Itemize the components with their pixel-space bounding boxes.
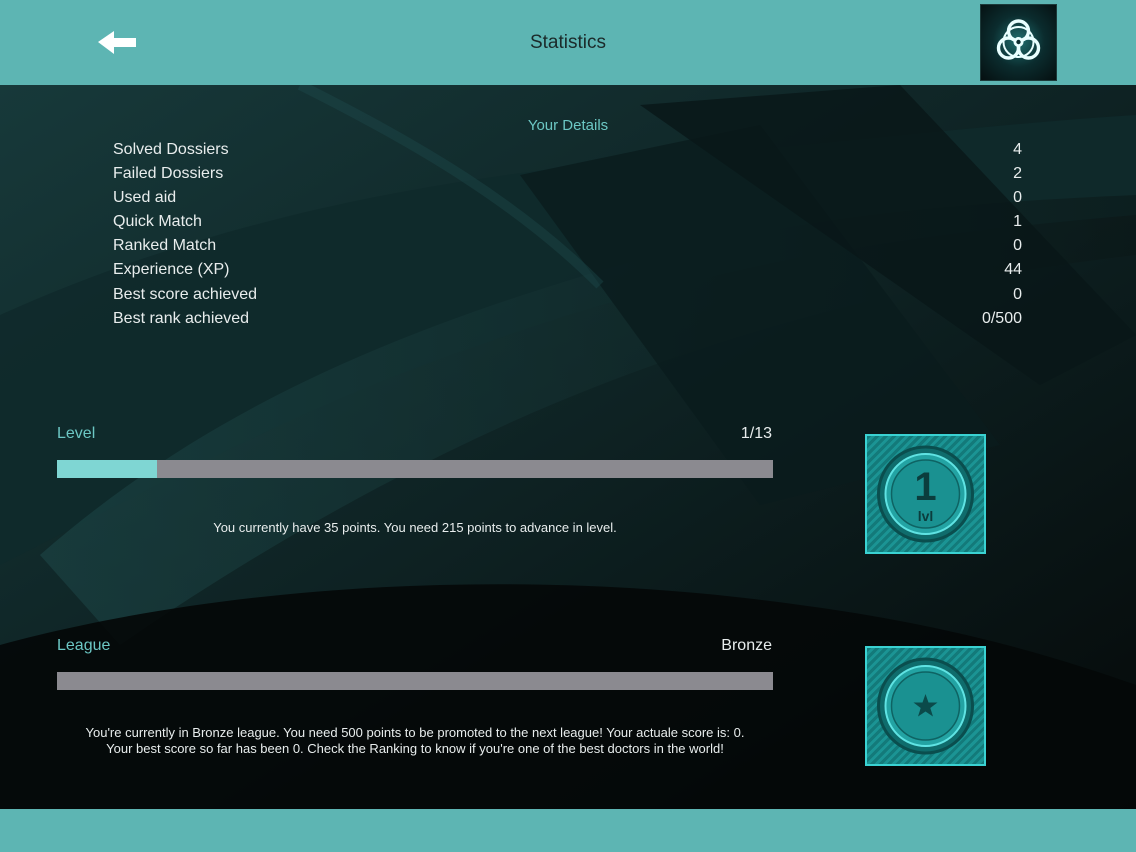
level-note: You currently have 35 points. You need 2…: [213, 520, 617, 535]
stat-row: Solved Dossiers 4: [113, 139, 1022, 163]
league-label: League: [57, 637, 111, 654]
details-heading: Your Details: [527, 117, 609, 134]
stat-row: Best rank achieved 0/500: [113, 308, 1022, 332]
stat-label: Used aid: [113, 189, 177, 207]
stat-label: Failed Dossiers: [113, 165, 224, 183]
stat-value: 0: [1013, 237, 1022, 255]
league-value: Bronze: [721, 637, 772, 654]
league-coin-icon: [877, 657, 974, 755]
stat-value: 4: [1013, 141, 1022, 158]
stat-row: Experience (XP) 44: [113, 259, 1022, 283]
level-label: Level: [57, 425, 96, 442]
level-badge-number: 1: [914, 465, 936, 509]
level-badge: 1 lvl: [865, 434, 986, 554]
stat-row: Best score achieved 0: [113, 284, 1022, 308]
stat-label: Ranked Match: [113, 237, 217, 255]
stat-value: 2: [1013, 165, 1022, 183]
stat-label: Quick Match: [113, 213, 202, 231]
level-coin-icon: 1 lvl: [877, 445, 974, 543]
stat-label: Best rank achieved: [113, 309, 250, 327]
top-bar: Statistics: [0, 0, 1136, 85]
stat-value: 44: [1004, 261, 1022, 279]
biohazard-icon: [996, 19, 1041, 60]
stat-row: Failed Dossiers 2: [113, 163, 1022, 187]
stat-label: Experience (XP): [113, 261, 230, 279]
level-value: 1/13: [740, 425, 772, 442]
league-note-line: You're currently in Bronze league. You n…: [85, 725, 745, 740]
stat-value: 1: [1013, 213, 1022, 231]
stat-label: Best score achieved: [113, 285, 258, 303]
league-progress-bar: [57, 672, 773, 690]
level-progress-fill: [57, 460, 158, 478]
level-badge-text: lvl: [918, 508, 934, 524]
details-list: Solved Dossiers 4 Failed Dossiers 2 Used a…: [113, 139, 1022, 332]
bottom-bar: [0, 809, 1136, 852]
stat-value: 0/500: [981, 309, 1022, 327]
stat-row: Used aid 0: [113, 187, 1022, 211]
statistics-panel: Your Details Solved Dossiers 4 Failed Dos…: [0, 85, 1136, 809]
page-title: Statistics: [529, 32, 607, 53]
stat-row: Quick Match 1: [113, 211, 1022, 235]
stat-value: 0: [1013, 189, 1022, 207]
level-progress-bar: [57, 460, 773, 478]
app-logo: [980, 4, 1057, 81]
stat-label: Solved Dossiers: [113, 141, 229, 158]
stat-row: Ranked Match 0: [113, 235, 1022, 259]
league-note-line: Your best score so far has been 0. Check…: [106, 741, 724, 756]
stat-value: 0: [1013, 285, 1022, 303]
league-badge: [865, 646, 986, 766]
league-note: You're currently in Bronze league. You n…: [57, 725, 773, 757]
